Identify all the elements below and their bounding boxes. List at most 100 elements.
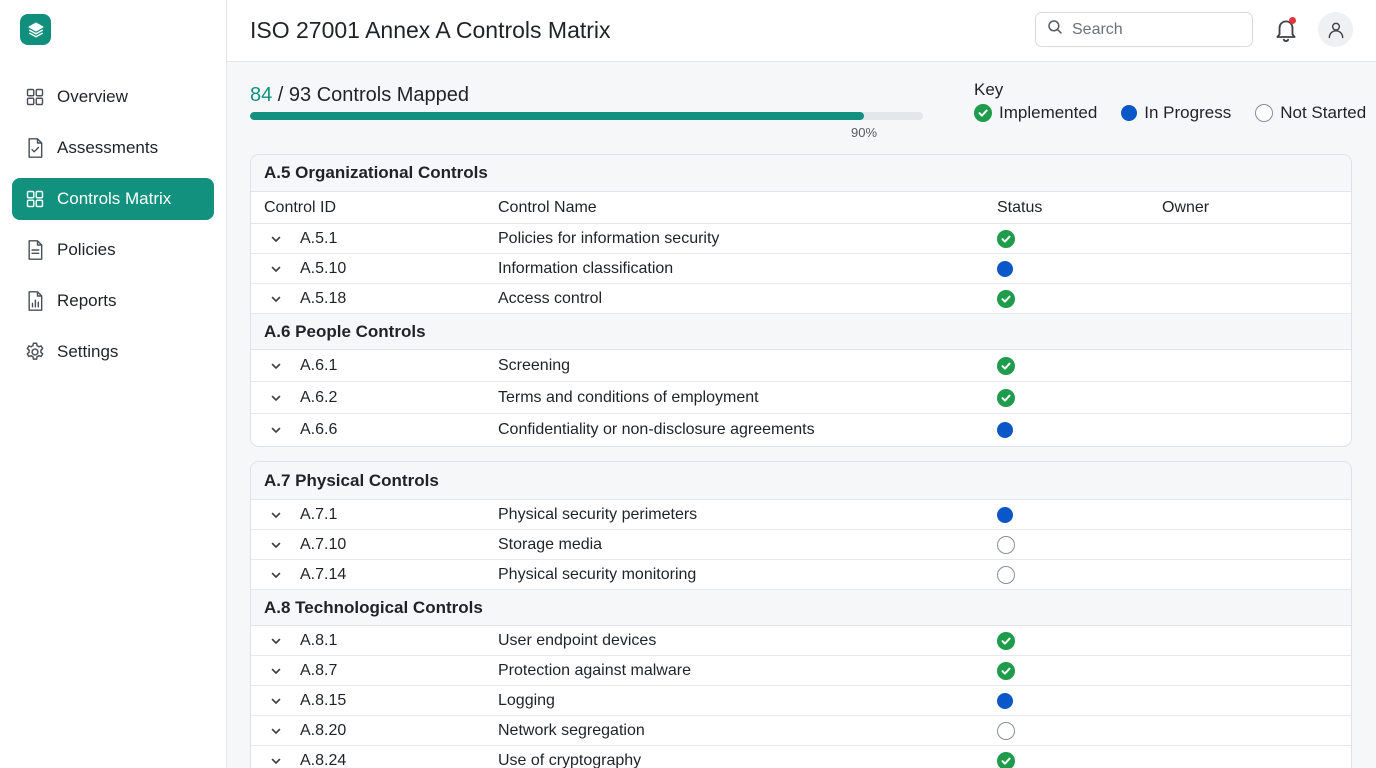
control-status xyxy=(984,661,1162,680)
table-row[interactable]: A.8.1 User endpoint devices xyxy=(251,626,1351,656)
controls-mapped-summary: 84 / 93 Controls Mapped xyxy=(250,84,469,107)
progress-percent: 90% xyxy=(851,125,878,140)
controls-table-panel: A.5 Organizational Controls Control ID C… xyxy=(250,154,1352,447)
sidebar-item-reports[interactable]: Reports xyxy=(12,280,214,322)
chevron-down-icon[interactable] xyxy=(266,259,286,279)
table-row[interactable]: A.6.2 Terms and conditions of employment xyxy=(251,382,1351,414)
control-status xyxy=(984,535,1162,554)
chevron-down-icon[interactable] xyxy=(266,420,286,440)
control-name: User endpoint devices xyxy=(498,631,657,649)
chevron-down-icon[interactable] xyxy=(266,691,286,711)
legend: Implemented In Progress Not Started xyxy=(974,103,1366,123)
control-id: A.5.10 xyxy=(300,259,347,277)
sidebar-item-policies[interactable]: Policies xyxy=(12,229,214,271)
chevron-down-icon[interactable] xyxy=(266,289,286,309)
control-name: Physical security monitoring xyxy=(498,565,697,583)
control-status xyxy=(984,229,1162,248)
status-not-started-icon xyxy=(997,565,1015,584)
sidebar-item-assessments[interactable]: Assessments xyxy=(12,127,214,169)
control-status xyxy=(984,506,1162,523)
status-not-started-icon xyxy=(997,721,1015,740)
table-row[interactable]: A.7.10 Storage media xyxy=(251,530,1351,560)
column-header-status[interactable]: Status xyxy=(984,199,1162,217)
chevron-down-icon[interactable] xyxy=(266,751,286,768)
column-header-control-name[interactable]: Control Name xyxy=(498,199,984,217)
chevron-down-icon[interactable] xyxy=(266,721,286,741)
table-row[interactable]: A.6.1 Screening xyxy=(251,350,1351,382)
chevron-down-icon[interactable] xyxy=(266,388,286,408)
legend-item: Not Started xyxy=(1255,103,1366,123)
control-id: A.7.10 xyxy=(300,535,347,553)
legend-item: Implemented xyxy=(974,103,1097,123)
gear-icon xyxy=(24,341,46,363)
user-icon[interactable] xyxy=(1318,12,1353,47)
notification-dot xyxy=(1289,17,1296,24)
sidebar-item-label: Policies xyxy=(57,240,116,259)
control-status xyxy=(984,422,1162,438)
bell-icon[interactable] xyxy=(1273,16,1299,44)
sidebar-item-label: Settings xyxy=(57,342,119,361)
table-row[interactable]: A.5.1 Policies for information security xyxy=(251,224,1351,254)
status-implemented-icon xyxy=(997,752,1015,768)
control-id: A.8.20 xyxy=(300,721,347,739)
sidebar-item-settings[interactable]: Settings xyxy=(12,331,214,373)
control-status xyxy=(984,631,1162,650)
table-row[interactable]: A.7.1 Physical security perimeters xyxy=(251,500,1351,530)
table-row[interactable]: A.8.15 Logging xyxy=(251,686,1351,716)
control-name: Logging xyxy=(498,691,555,709)
sidebar-nav: Overview Assessments Controls Matrix Polici… xyxy=(12,76,214,382)
mapped-total-label: / 93 Controls Mapped xyxy=(272,84,470,106)
control-id: A.6.1 xyxy=(300,356,338,374)
chevron-down-icon[interactable] xyxy=(266,535,286,555)
chevron-down-icon[interactable] xyxy=(266,565,286,585)
control-name: Network segregation xyxy=(498,721,645,739)
legend-title: Key xyxy=(974,80,1004,99)
sidebar: Overview Assessments Controls Matrix Polici… xyxy=(0,0,227,768)
table-row[interactable]: A.8.7 Protection against malware xyxy=(251,656,1351,686)
control-status xyxy=(984,388,1162,407)
section-header: A.8 Technological Controls xyxy=(251,590,1351,626)
control-name: Confidentiality or non-disclosure agreem… xyxy=(498,421,815,438)
status-in-progress-icon xyxy=(997,692,1013,709)
table-row[interactable]: A.5.10 Information classification xyxy=(251,254,1351,284)
layers-icon[interactable] xyxy=(20,14,51,45)
status-implemented-icon xyxy=(974,104,992,122)
status-not-started-icon xyxy=(997,535,1015,554)
control-status xyxy=(984,565,1162,584)
status-implemented-icon xyxy=(997,631,1015,650)
table-row[interactable]: A.8.20 Network segregation xyxy=(251,716,1351,746)
table-row[interactable]: A.5.18 Access control xyxy=(251,284,1351,314)
sidebar-item-overview[interactable]: Overview xyxy=(12,76,214,118)
table-row[interactable]: A.6.6 Confidentiality or non-disclosure … xyxy=(251,414,1351,446)
grid-icon xyxy=(24,188,46,210)
control-id: A.6.6 xyxy=(300,421,338,438)
status-implemented-icon xyxy=(997,356,1015,375)
sidebar-item-label: Reports xyxy=(57,291,117,310)
chevron-down-icon[interactable] xyxy=(266,356,286,376)
chevron-down-icon[interactable] xyxy=(266,631,286,651)
control-id: A.6.2 xyxy=(300,388,338,406)
control-status xyxy=(984,721,1162,740)
search-input[interactable] xyxy=(1072,20,1232,39)
controls-table-panel: A.7 Physical Controls A.7.1 Physical sec… xyxy=(250,461,1352,768)
table-row[interactable]: A.7.14 Physical security monitoring xyxy=(251,560,1351,590)
column-header-control-id[interactable]: Control ID xyxy=(251,199,498,217)
control-id: A.7.14 xyxy=(300,565,347,583)
search-box[interactable] xyxy=(1035,12,1253,47)
control-id: A.8.15 xyxy=(300,691,347,709)
status-implemented-icon xyxy=(997,289,1015,308)
column-header-owner[interactable]: Owner xyxy=(1162,199,1351,217)
chevron-down-icon[interactable] xyxy=(266,661,286,681)
control-name: Use of cryptography xyxy=(498,752,642,768)
control-name: Storage media xyxy=(498,535,603,553)
chevron-down-icon[interactable] xyxy=(266,505,286,525)
status-in-progress-icon xyxy=(1121,105,1138,121)
sidebar-item-controls-matrix[interactable]: Controls Matrix xyxy=(12,178,214,220)
control-name: Information classification xyxy=(498,259,674,277)
grid-icon xyxy=(24,86,46,108)
table-row[interactable]: A.8.24 Use of cryptography xyxy=(251,746,1351,768)
control-status xyxy=(984,356,1162,375)
control-id: A.8.24 xyxy=(300,752,347,768)
chevron-down-icon[interactable] xyxy=(266,229,286,249)
status-in-progress-icon xyxy=(997,422,1013,438)
